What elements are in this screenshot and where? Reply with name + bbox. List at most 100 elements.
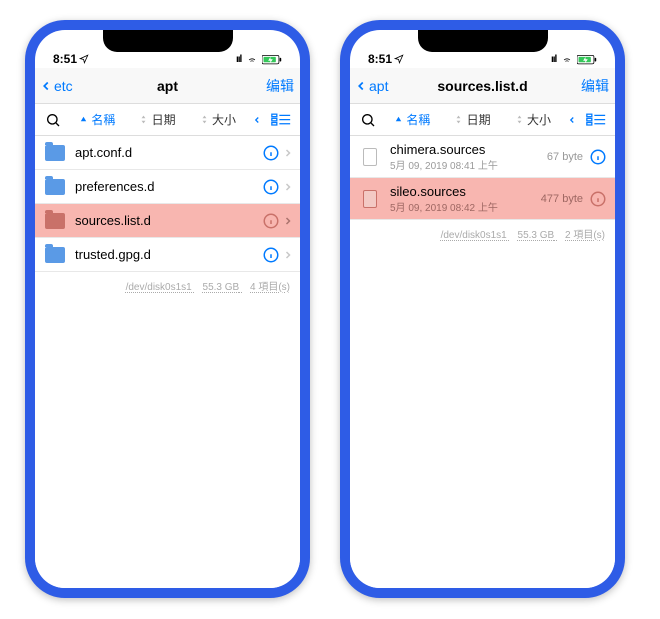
chevron-right-icon: [282, 147, 294, 159]
battery-icon: [577, 55, 597, 65]
sort-date-label: 日期: [152, 111, 176, 128]
sort-size[interactable]: 大小: [505, 111, 561, 128]
toolbar: 名稱 日期 大小: [350, 104, 615, 136]
edit-button[interactable]: 编辑: [266, 76, 294, 96]
file-icon: [363, 190, 377, 208]
sort-size-label: 大小: [212, 111, 236, 128]
list-item[interactable]: apt.conf.d: [35, 136, 300, 170]
page-title: apt: [35, 78, 300, 94]
list-item[interactable]: trusted.gpg.d: [35, 238, 300, 272]
chevron-left-icon: [567, 113, 577, 127]
item-size: 477 byte: [541, 193, 583, 205]
sort-name-label: 名稱: [91, 111, 115, 128]
item-name: chimera.sources: [390, 142, 547, 157]
toolbar: 名稱 日期 大小: [35, 104, 300, 136]
folder-icon: [45, 213, 65, 229]
item-date: 5月 09, 2019 08:42 上午: [390, 199, 541, 214]
footer-stats: /dev/disk0s1s1 55.3 GB 2 項目(s): [350, 220, 615, 247]
chevron-right-icon: [282, 249, 294, 261]
status-right: ııl: [236, 52, 282, 66]
chevron-right-icon: [282, 181, 294, 193]
status-right: ııl: [551, 52, 597, 66]
item-name: trusted.gpg.d: [75, 247, 262, 262]
info-icon[interactable]: [262, 178, 280, 196]
sort-name[interactable]: 名稱: [384, 111, 440, 128]
notch: [103, 30, 233, 52]
info-icon[interactable]: [262, 212, 280, 230]
wifi-icon: [245, 55, 259, 65]
item-name: sources.list.d: [75, 213, 262, 228]
item-name: preferences.d: [75, 179, 262, 194]
back-button[interactable]: etc: [39, 78, 73, 94]
screen: 8:51 ııl etc apt 编辑 名稱: [35, 30, 300, 588]
phone-left: 8:51 ııl etc apt 编辑 名稱: [25, 20, 310, 598]
sort-none-icon: [200, 115, 209, 124]
sort-date[interactable]: 日期: [129, 111, 185, 128]
search-button[interactable]: [41, 112, 65, 128]
chevron-left-icon: [354, 78, 368, 94]
sort-none-icon: [515, 115, 524, 124]
list-view-icon: [271, 113, 291, 127]
view-mode-button[interactable]: [268, 113, 294, 127]
footer-count: 4 項目(s): [250, 282, 290, 293]
page-title: sources.list.d: [350, 78, 615, 94]
wifi-icon: [560, 55, 574, 65]
footer-disk: /dev/disk0s1s1: [441, 230, 507, 241]
sort-up-icon: [394, 115, 403, 124]
item-size: 67 byte: [547, 151, 583, 163]
item-name: apt.conf.d: [75, 145, 262, 160]
footer-size: 55.3 GB: [203, 282, 240, 293]
file-list: apt.conf.d preferences.d sources.list.d …: [35, 136, 300, 588]
nav-bar: etc apt 编辑: [35, 68, 300, 104]
sort-name-label: 名稱: [406, 111, 430, 128]
search-icon: [360, 112, 376, 128]
nav-bar: apt sources.list.d 编辑: [350, 68, 615, 104]
search-button[interactable]: [356, 112, 380, 128]
info-icon[interactable]: [589, 190, 607, 208]
back-label: apt: [369, 78, 388, 94]
sort-size[interactable]: 大小: [190, 111, 246, 128]
notch: [418, 30, 548, 52]
chevron-right-icon: [282, 215, 294, 227]
status-time: 8:51: [53, 52, 77, 66]
folder-icon: [45, 145, 65, 161]
info-icon[interactable]: [262, 246, 280, 264]
list-view-icon: [586, 113, 606, 127]
list-item[interactable]: chimera.sources 5月 09, 2019 08:41 上午 67 …: [350, 136, 615, 178]
signal-icon: ııl: [236, 54, 241, 65]
list-item[interactable]: preferences.d: [35, 170, 300, 204]
sort-up-icon: [79, 115, 88, 124]
folder-icon: [45, 247, 65, 263]
phone-right: 8:51 ııl apt sources.list.d 编辑 名稱: [340, 20, 625, 598]
sort-date-label: 日期: [467, 111, 491, 128]
sort-name[interactable]: 名稱: [69, 111, 125, 128]
file-list: chimera.sources 5月 09, 2019 08:41 上午 67 …: [350, 136, 615, 588]
chevron-left-icon: [252, 113, 262, 127]
screen: 8:51 ııl apt sources.list.d 编辑 名稱: [350, 30, 615, 588]
back-label: etc: [54, 78, 73, 94]
footer-count: 2 項目(s): [565, 230, 605, 241]
footer-stats: /dev/disk0s1s1 55.3 GB 4 項目(s): [35, 272, 300, 299]
footer-size: 55.3 GB: [518, 230, 555, 241]
toolbar-more[interactable]: [565, 113, 579, 127]
folder-icon: [45, 179, 65, 195]
location-icon: [394, 54, 404, 64]
item-date: 5月 09, 2019 08:41 上午: [390, 157, 547, 172]
sort-none-icon: [454, 115, 463, 124]
search-icon: [45, 112, 61, 128]
file-icon: [363, 148, 377, 166]
view-mode-button[interactable]: [583, 113, 609, 127]
chevron-left-icon: [39, 78, 53, 94]
sort-date[interactable]: 日期: [444, 111, 500, 128]
footer-disk: /dev/disk0s1s1: [126, 282, 192, 293]
list-item[interactable]: sources.list.d: [35, 204, 300, 238]
edit-button[interactable]: 编辑: [581, 76, 609, 96]
signal-icon: ııl: [551, 54, 556, 65]
info-icon[interactable]: [589, 148, 607, 166]
toolbar-more[interactable]: [250, 113, 264, 127]
back-button[interactable]: apt: [354, 78, 388, 94]
info-icon[interactable]: [262, 144, 280, 162]
sort-size-label: 大小: [527, 111, 551, 128]
list-item[interactable]: sileo.sources 5月 09, 2019 08:42 上午 477 b…: [350, 178, 615, 220]
battery-icon: [262, 55, 282, 65]
